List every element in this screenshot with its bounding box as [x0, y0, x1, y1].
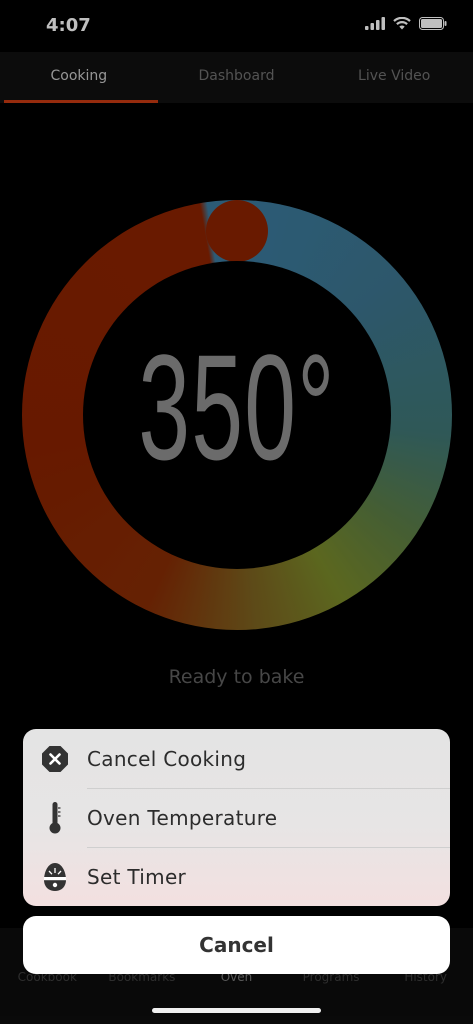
cancel-cooking-option[interactable]: Cancel Cooking	[23, 729, 450, 788]
sheet-item-label: Oven Temperature	[87, 805, 278, 830]
close-octagon-icon	[42, 745, 68, 772]
egg-timer-icon	[44, 862, 66, 891]
sheet-item-label: Cancel Cooking	[87, 746, 247, 771]
home-indicator[interactable]	[152, 1008, 321, 1013]
action-sheet: Cancel Cooking Oven Temperature Set Time…	[23, 729, 450, 906]
set-timer-option[interactable]: Set Timer	[23, 847, 450, 906]
cancel-button[interactable]: Cancel	[23, 916, 450, 974]
oven-temperature-option[interactable]: Oven Temperature	[23, 788, 450, 847]
thermometer-icon	[49, 801, 61, 833]
sheet-item-label: Set Timer	[87, 864, 187, 889]
